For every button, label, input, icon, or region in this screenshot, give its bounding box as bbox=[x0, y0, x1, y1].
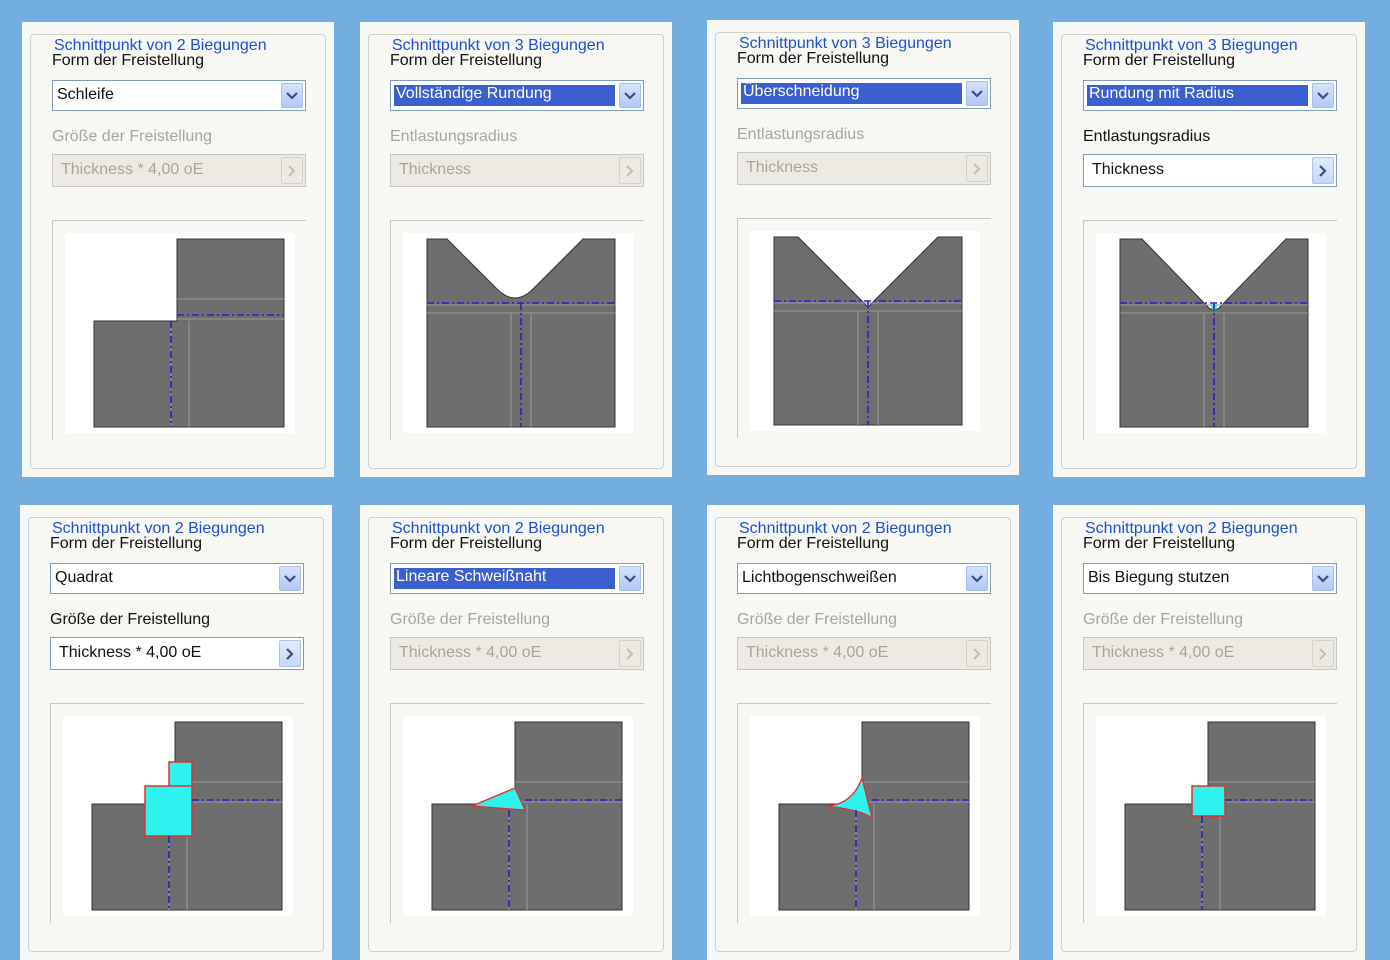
shape-dropdown[interactable]: Vollständige Rundung bbox=[390, 80, 644, 111]
relief-preview-drawing bbox=[403, 716, 633, 916]
form-label: Form der Freistellung bbox=[52, 52, 205, 69]
shape-dropdown[interactable]: Rundung mit Radius bbox=[1083, 80, 1337, 111]
size-value: Thickness * 4,00 oE bbox=[1092, 644, 1235, 661]
relief-preview bbox=[50, 703, 304, 923]
relief-preview bbox=[390, 703, 644, 923]
size-label: Größe der Freistellung bbox=[737, 611, 898, 628]
size-label: Entlastungsradius bbox=[1083, 128, 1211, 145]
form-label: Form der Freistellung bbox=[1083, 535, 1236, 552]
chevron-down-icon[interactable] bbox=[619, 83, 641, 108]
chevron-right-icon[interactable] bbox=[1312, 157, 1334, 184]
shape-value: Schleife bbox=[57, 86, 114, 103]
form-label: Form der Freistellung bbox=[390, 535, 543, 552]
relief-panel: Schnittpunkt von 3 Biegungen Form der Fr… bbox=[1053, 22, 1365, 477]
relief-preview bbox=[737, 703, 991, 923]
chevron-down-icon[interactable] bbox=[1312, 566, 1334, 591]
chevron-down-icon[interactable] bbox=[619, 566, 641, 591]
form-label: Form der Freistellung bbox=[390, 52, 543, 69]
size-label: Entlastungsradius bbox=[390, 128, 518, 145]
relief-preview-drawing bbox=[750, 231, 980, 431]
shape-value: Vollständige Rundung bbox=[393, 84, 616, 107]
shape-dropdown[interactable]: Lichtbogenschweißen bbox=[737, 563, 991, 594]
form-label: Form der Freistellung bbox=[1083, 52, 1236, 69]
size-field[interactable]: Thickness * 4,00 oE bbox=[50, 637, 304, 670]
relief-panel: Schnittpunkt von 2 Biegungen Form der Fr… bbox=[1053, 505, 1365, 960]
chevron-down-icon[interactable] bbox=[279, 566, 301, 591]
shape-dropdown[interactable]: Lineare Schweißnaht bbox=[390, 563, 644, 594]
size-field[interactable]: Thickness * 4,00 oE bbox=[737, 637, 991, 670]
relief-preview bbox=[390, 220, 644, 440]
relief-preview bbox=[52, 220, 306, 440]
size-field[interactable]: Thickness bbox=[737, 152, 991, 185]
size-value: Thickness * 4,00 oE bbox=[61, 161, 204, 178]
shape-value: Lichtbogenschweißen bbox=[742, 569, 897, 586]
relief-preview-drawing bbox=[63, 716, 293, 916]
chevron-down-icon[interactable] bbox=[966, 566, 988, 591]
relief-panel: Schnittpunkt von 2 Biegungen Form der Fr… bbox=[707, 505, 1019, 960]
form-label: Form der Freistellung bbox=[50, 535, 203, 552]
size-label: Größe der Freistellung bbox=[50, 611, 211, 628]
size-value: Thickness bbox=[1092, 161, 1165, 178]
shape-value: Bis Biegung stutzen bbox=[1088, 569, 1230, 586]
shape-value: Überschneidung bbox=[740, 82, 963, 105]
shape-value: Rundung mit Radius bbox=[1086, 84, 1309, 107]
relief-trim bbox=[1191, 785, 1226, 817]
size-value: Thickness * 4,00 oE bbox=[746, 644, 889, 661]
shape-dropdown[interactable]: Überschneidung bbox=[737, 78, 991, 109]
relief-panel: Schnittpunkt von 2 Biegungen Form der Fr… bbox=[20, 505, 332, 960]
size-field[interactable]: Thickness bbox=[390, 154, 644, 187]
size-field[interactable]: Thickness * 4,00 oE bbox=[390, 637, 644, 670]
chevron-right-icon[interactable] bbox=[619, 157, 641, 184]
relief-panel: Schnittpunkt von 2 Biegungen Form der Fr… bbox=[360, 505, 672, 960]
relief-panel: Schnittpunkt von 3 Biegungen Form der Fr… bbox=[707, 20, 1019, 475]
size-label: Entlastungsradius bbox=[737, 126, 865, 143]
chevron-right-icon[interactable] bbox=[281, 157, 303, 184]
relief-panel: Schnittpunkt von 2 Biegungen Form der Fr… bbox=[22, 22, 334, 477]
relief-preview-drawing bbox=[403, 233, 633, 433]
relief-preview-drawing bbox=[1096, 233, 1326, 433]
chevron-right-icon[interactable] bbox=[279, 640, 301, 667]
chevron-down-icon[interactable] bbox=[281, 83, 303, 108]
relief-preview bbox=[737, 218, 991, 438]
size-value: Thickness * 4,00 oE bbox=[59, 644, 202, 661]
relief-preview-drawing bbox=[1096, 716, 1326, 916]
size-label: Größe der Freistellung bbox=[52, 128, 213, 145]
chevron-down-icon[interactable] bbox=[1312, 83, 1334, 108]
size-field[interactable]: Thickness bbox=[1083, 154, 1337, 187]
shape-value: Quadrat bbox=[55, 569, 113, 586]
shape-dropdown[interactable]: Schleife bbox=[52, 80, 306, 111]
chevron-down-icon[interactable] bbox=[966, 81, 988, 106]
relief-panel: Schnittpunkt von 3 Biegungen Form der Fr… bbox=[360, 22, 672, 477]
size-label: Größe der Freistellung bbox=[390, 611, 551, 628]
size-field[interactable]: Thickness * 4,00 oE bbox=[1083, 637, 1337, 670]
size-field[interactable]: Thickness * 4,00 oE bbox=[52, 154, 306, 187]
shape-dropdown[interactable]: Bis Biegung stutzen bbox=[1083, 563, 1337, 594]
shape-dropdown[interactable]: Quadrat bbox=[50, 563, 304, 594]
chevron-right-icon[interactable] bbox=[966, 640, 988, 667]
chevron-right-icon[interactable] bbox=[619, 640, 641, 667]
size-value: Thickness bbox=[746, 159, 819, 176]
size-value: Thickness bbox=[399, 161, 472, 178]
relief-preview-drawing bbox=[750, 716, 980, 916]
relief-preview-drawing bbox=[65, 233, 295, 433]
size-value: Thickness * 4,00 oE bbox=[399, 644, 542, 661]
form-label: Form der Freistellung bbox=[737, 535, 890, 552]
size-label: Größe der Freistellung bbox=[1083, 611, 1244, 628]
relief-preview bbox=[1083, 220, 1337, 440]
chevron-right-icon[interactable] bbox=[966, 155, 988, 182]
chevron-right-icon[interactable] bbox=[1312, 640, 1334, 667]
shape-value: Lineare Schweißnaht bbox=[393, 567, 616, 590]
relief-preview bbox=[1083, 703, 1337, 923]
form-label: Form der Freistellung bbox=[737, 50, 890, 67]
